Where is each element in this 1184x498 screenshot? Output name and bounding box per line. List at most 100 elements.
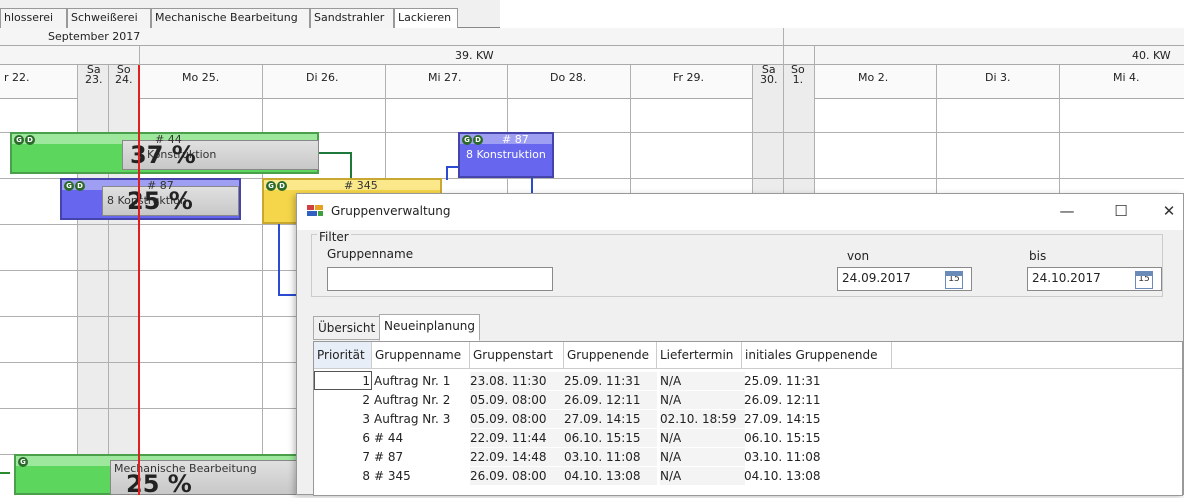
column-header[interactable]: Priorität [314,342,372,368]
group-icon: G [18,457,29,467]
bar-id: # 345 [344,179,378,192]
day-label: Sa 23. [85,63,103,86]
month-header: September 2017 [0,28,1184,46]
day-label: Mo 2. [858,71,889,84]
day-label: Di 26. [306,71,339,84]
calendar-icon[interactable]: 15 [1135,271,1153,289]
table-cell: # 44 [374,431,404,445]
table-cell: 1 [362,374,370,388]
app-icon [307,205,323,218]
table-cell: Auftrag Nr. 3 [374,412,451,426]
table-row[interactable]: 3 Auftrag Nr. 3 05.09. 08:00 27.09. 14:15 02… [314,410,1182,429]
table-cell: 26.09. 08:00 [470,467,564,485]
column-header[interactable]: initiales Gruppenende [742,342,892,368]
table-cell: 03.10. 11:08 [744,450,821,464]
table-cell: 22.09. 14:48 [470,448,564,466]
table-cell: 05.09. 08:00 [470,391,564,409]
week-label-39: 39. KW [455,49,494,62]
table-cell: 04.10. 13:08 [564,467,657,485]
dialog-titlebar: Gruppenverwaltung — ☐ ✕ [297,194,1183,230]
day-label: So 24. [115,63,133,86]
bar-id: # 87 [502,133,529,146]
table-cell: 02.10. 18:59 [660,410,745,428]
today-line [138,65,140,495]
bar-percent: 25 % [127,187,193,215]
to-label: bis [1029,249,1047,263]
column-header[interactable]: Gruppenstart [470,342,564,368]
table-cell: Auftrag Nr. 2 [374,393,451,407]
month-label: September 2017 [48,30,141,43]
table-cell: 04.10. 13:08 [744,469,821,483]
table-cell: # 345 [374,469,411,483]
from-date-value: 24.09.2017 [842,271,911,285]
table-cell: N/A [660,391,745,409]
tab-uebersicht[interactable]: Übersicht [313,316,381,340]
tab-mechanische-bearbeitung[interactable]: Mechanische Bearbeitung [151,8,310,28]
table-cell: N/A [660,467,745,485]
table-cell: 06.10. 15:15 [744,431,821,445]
maximize-icon[interactable]: ☐ [1111,202,1131,222]
groups-table: Priorität Gruppenname Gruppenstart Grupp… [313,341,1183,496]
group-name-input[interactable] [327,267,553,291]
column-header[interactable]: Gruppenende [564,342,657,368]
column-header[interactable]: Gruppenname [372,342,470,368]
day-label: Di 3. [985,71,1011,84]
group-dependency-icon: GD [64,181,86,191]
table-cell: 26.09. 12:11 [564,391,657,409]
gantt-bar[interactable]: GD # 44 Konstruktion 37 % [10,132,319,174]
table-cell: 27.09. 14:15 [744,412,821,426]
table-cell: N/A [660,429,745,447]
tab-sandstrahler[interactable]: Sandstrahler [310,8,394,28]
from-label: von [847,249,870,263]
table-row[interactable]: 2 Auftrag Nr. 2 05.09. 08:00 26.09. 12:11 N/… [314,391,1182,410]
bar-label: 8 Konstruktion [466,148,546,161]
group-dependency-icon: GD [14,135,36,145]
minimize-icon[interactable]: — [1057,202,1077,222]
table-row[interactable]: 1 Auftrag Nr. 1 23.08. 11:30 25.09. 11:31 N/… [314,372,1182,391]
tab-neueinplanung[interactable]: Neueinplanung [379,314,481,341]
day-label: Mo 25. [182,71,220,84]
tab-lackieren[interactable]: Lackieren [394,8,458,29]
table-row[interactable]: 7 # 87 22.09. 14:48 03.10. 11:08 N/A 03.10. 1… [314,448,1182,467]
day-label: Mi 27. [428,71,462,84]
table-cell: 06.10. 15:15 [564,429,657,447]
table-cell: 6 [362,431,370,445]
table-cell: 22.09. 11:44 [470,429,564,447]
table-row[interactable]: 8 # 345 26.09. 08:00 04.10. 13:08 N/A 04.10. … [314,467,1182,486]
tab-schweisserei[interactable]: Schweißerei [67,8,151,28]
group-dependency-icon: GD [266,181,288,191]
gantt-bar[interactable]: GD # 87 8 Konstruktion 25 % [60,178,241,220]
table-cell: 25.09. 11:31 [564,372,657,390]
column-header[interactable]: Liefertermin [657,342,742,368]
table-cell: Auftrag Nr. 1 [374,374,451,388]
gantt-bar[interactable]: GD # 87 8 Konstruktion [458,132,554,178]
table-cell: 23.08. 11:30 [470,372,564,390]
group-name-label: Gruppenname [327,247,414,261]
table-cell: # 87 [374,450,404,464]
bar-percent: 25 % [126,470,192,498]
group-dependency-icon: GD [462,135,484,145]
table-cell: 25.09. 11:31 [744,374,821,388]
table-cell: N/A [660,448,745,466]
gantt-bar[interactable]: G Mechanische Bearbeitung 25 % [14,454,300,498]
tab-schlosserei[interactable]: hlosserei [0,8,67,28]
day-label: r 22. [4,71,30,84]
table-cell: 27.09. 14:15 [564,410,657,428]
table-cell: 2 [362,393,370,407]
gruppenverwaltung-dialog: Gruppenverwaltung — ☐ ✕ Filter Gruppenna… [296,193,1184,496]
table-cell: 03.10. 11:08 [564,448,657,466]
day-label: Mi 4. [1113,71,1140,84]
day-label: Do 28. [550,71,587,84]
day-label: So 1. [791,63,805,86]
table-cell: 3 [362,412,370,426]
table-cell: 05.09. 08:00 [470,410,564,428]
table-row[interactable]: 6 # 44 22.09. 11:44 06.10. 15:15 N/A 06.10. 1… [314,429,1182,448]
day-label: Fr 29. [673,71,705,84]
dialog-title: Gruppenverwaltung [331,204,451,218]
week-header: 39. KW 40. KW [0,46,1184,65]
filter-label: Filter [317,230,351,244]
close-icon[interactable]: ✕ [1159,202,1179,222]
calendar-icon[interactable]: 15 [945,271,963,289]
department-tabs: hlosserei Schweißerei Mechanische Bearbe… [0,0,500,29]
table-cell: N/A [660,372,745,390]
